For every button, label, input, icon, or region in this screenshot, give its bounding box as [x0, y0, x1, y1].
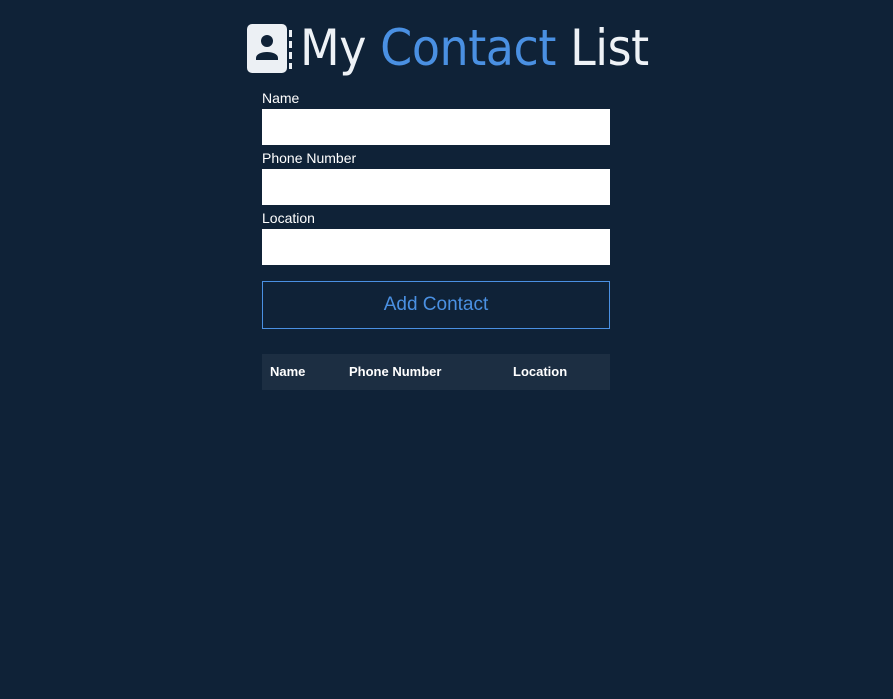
address-book-icon: [246, 22, 298, 74]
column-header-phone-number[interactable]: Phone Number: [349, 364, 441, 379]
contacts-table-header: Name Phone Number Location: [262, 354, 610, 390]
column-header-location[interactable]: Location: [513, 364, 567, 379]
title-word-my: My: [300, 19, 366, 77]
phone-number-input[interactable]: [262, 169, 610, 205]
contact-form: Name Phone Number Location: [262, 89, 610, 269]
name-label: Name: [262, 90, 300, 106]
phone-number-label: Phone Number: [262, 150, 357, 166]
name-input[interactable]: [262, 109, 610, 145]
contact-app: My Contact List Name Phone Number Locati…: [0, 0, 893, 699]
column-header-name[interactable]: Name: [270, 364, 305, 379]
location-input[interactable]: [262, 229, 610, 265]
page-header: My Contact List: [246, 20, 679, 76]
location-label: Location: [262, 210, 315, 226]
title-word-contact: Contact: [380, 19, 556, 77]
add-contact-button[interactable]: Add Contact: [262, 281, 610, 329]
page-title: My Contact List: [300, 20, 649, 76]
title-word-list: List: [570, 19, 649, 77]
